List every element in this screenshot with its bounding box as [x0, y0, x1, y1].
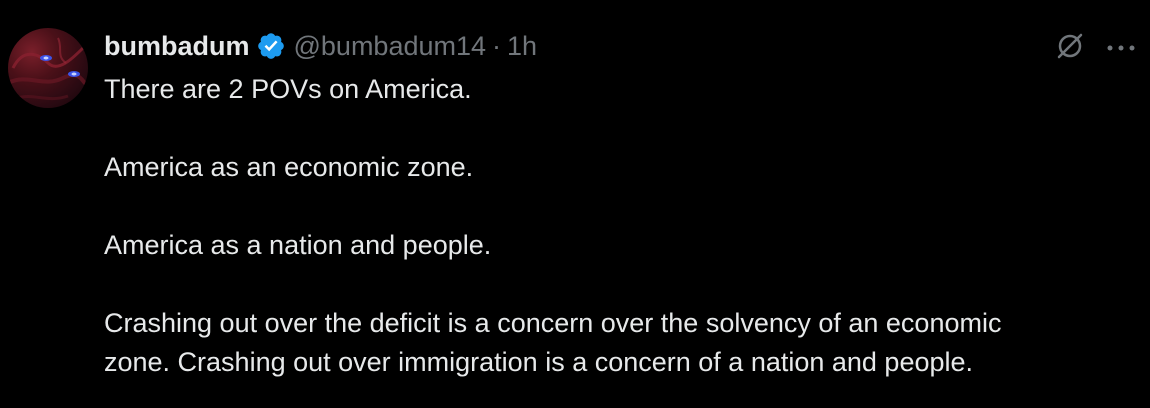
- post-time[interactable]: 1h: [507, 31, 537, 62]
- user-handle[interactable]: @bumbadum14: [294, 31, 487, 62]
- tweet-line: America as a nation and people.: [104, 230, 492, 260]
- tweet-content: bumbadum @bumbadum14 · 1h There are 2 PO…: [104, 24, 1130, 382]
- avatar-image: [8, 37, 88, 101]
- separator-dot: ·: [492, 30, 502, 61]
- grok-icon[interactable]: [1054, 30, 1086, 67]
- more-options-icon[interactable]: [1106, 40, 1136, 58]
- tweet-line: America as an economic zone.: [104, 152, 474, 182]
- display-name[interactable]: bumbadum: [104, 31, 250, 62]
- tweet-card[interactable]: bumbadum @bumbadum14 · 1h There are 2 PO…: [0, 0, 1150, 408]
- tweet-line: There are 2 POVs on America.: [104, 74, 472, 104]
- tweet-header: bumbadum @bumbadum14 · 1h: [104, 24, 1130, 68]
- tweet-actions: [1054, 30, 1136, 67]
- avatar[interactable]: [8, 28, 88, 108]
- tweet-text: There are 2 POVs on America. America as …: [104, 70, 1130, 382]
- verified-badge-icon[interactable]: [256, 31, 286, 61]
- tweet-line: Crashing out over the deficit is a conce…: [104, 308, 1002, 338]
- tweet-line: zone. Crashing out over immigration is a…: [104, 347, 974, 377]
